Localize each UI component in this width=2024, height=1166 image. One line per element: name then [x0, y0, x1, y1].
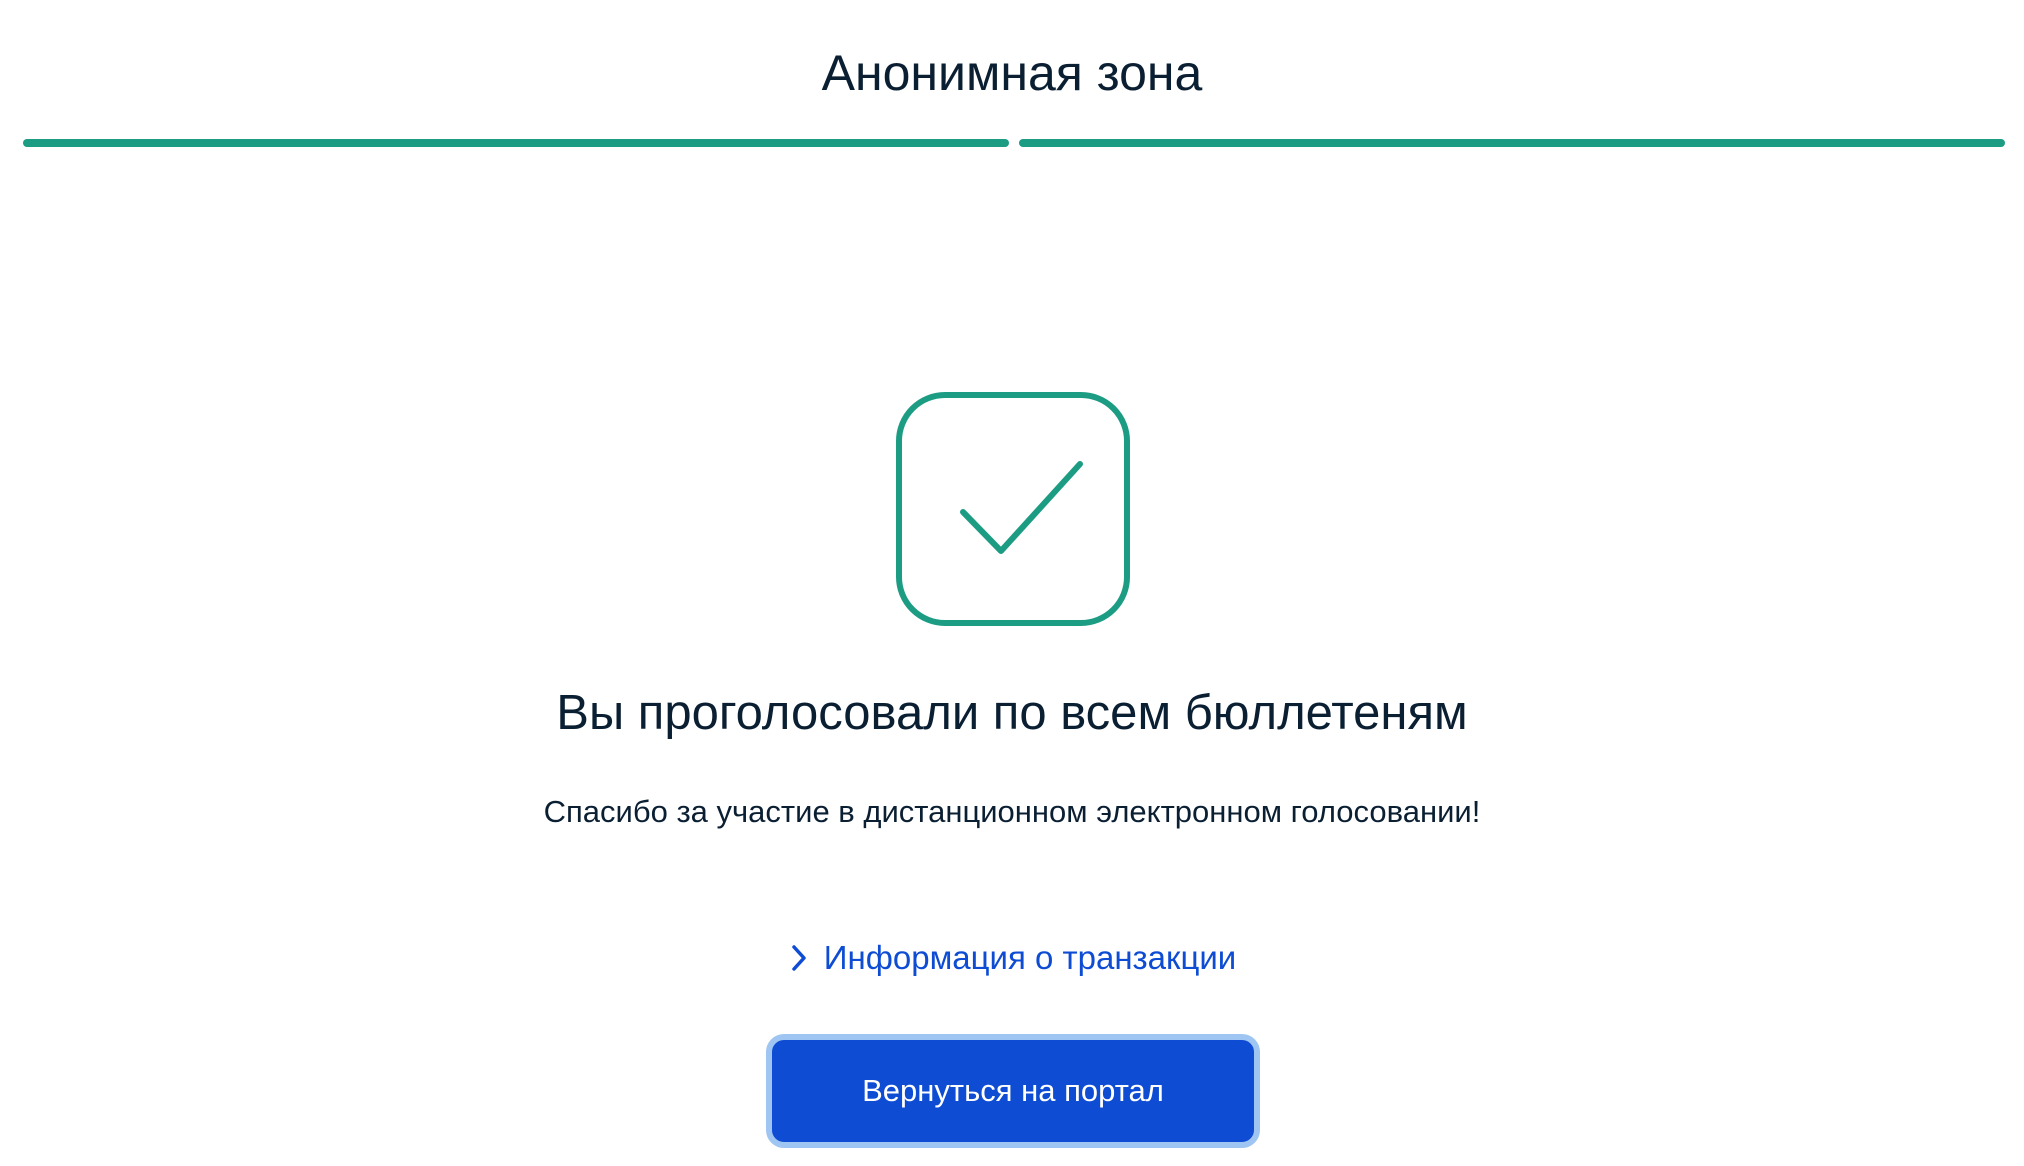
progress-step-2 [1019, 139, 2005, 147]
page: Анонимная зона Вы проголосовали по всем … [0, 0, 2024, 1166]
return-to-portal-button[interactable]: Вернуться на портал [766, 1034, 1260, 1148]
transaction-info-label: Информация о транзакции [823, 939, 1237, 976]
progress-bar [23, 139, 2005, 149]
page-title: Анонимная зона [821, 45, 1203, 101]
progress-step-1 [23, 139, 1009, 147]
result-title: Вы проголосовали по всем бюллетеням [556, 686, 1468, 740]
checkmark-icon [895, 391, 1131, 627]
chevron-right-icon [788, 943, 810, 973]
transaction-info-link[interactable]: Информация о транзакции [0, 934, 2024, 982]
result-subtitle: Спасибо за участие в дистанционном элект… [543, 794, 1481, 829]
